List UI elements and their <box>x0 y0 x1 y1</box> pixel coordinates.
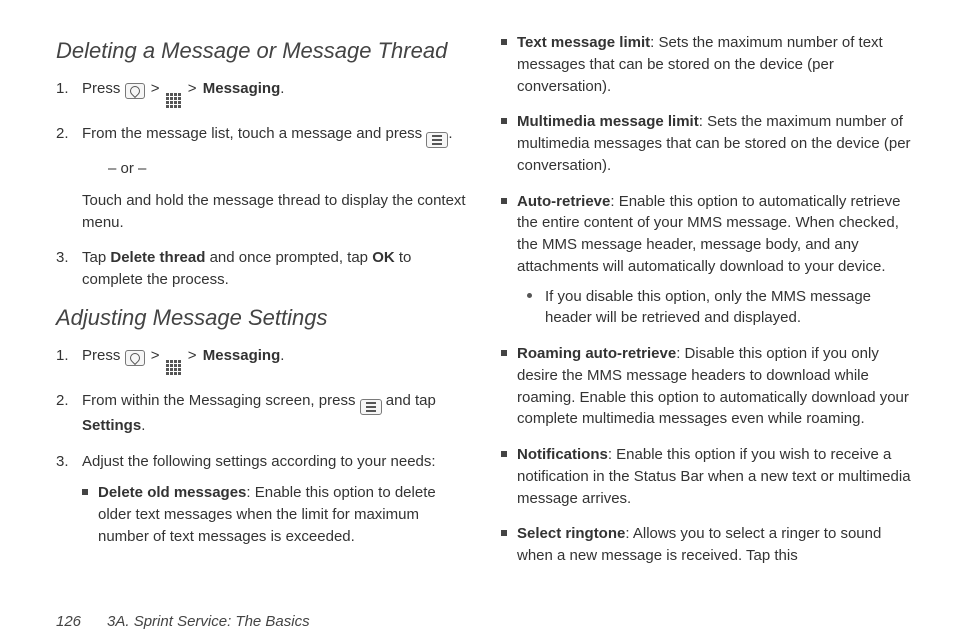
chevron-icon: > <box>149 78 162 100</box>
plain-text: Tap <box>82 249 110 266</box>
app-grid-icon <box>166 93 182 109</box>
plain-text: . <box>280 347 284 364</box>
plain-text: and tap <box>386 392 436 409</box>
bold-label: Select ringtone <box>517 525 625 542</box>
plain-text: . <box>141 417 145 434</box>
bold-label: Settings <box>82 417 141 434</box>
bullet-list: Text message limit: Sets the maximum num… <box>501 32 914 567</box>
step-item: From the message list, touch a message a… <box>56 123 469 233</box>
chevron-icon: > <box>186 345 199 367</box>
menu-key-icon <box>426 132 448 148</box>
home-key-icon <box>125 350 145 366</box>
step-item: From within the Messaging screen, press … <box>56 390 469 437</box>
step-item: Press > > Messaging. <box>56 78 469 109</box>
bullet-item: Multimedia message limit: Sets the maxim… <box>501 111 914 176</box>
section-heading-adjust: Adjusting Message Settings <box>56 305 469 331</box>
step-item: Tap Delete thread and once prompted, tap… <box>56 247 469 291</box>
sub-bullet-list: If you disable this option, only the MMS… <box>517 286 914 330</box>
bold-label: Delete old messages <box>98 484 246 501</box>
step-text: Press <box>82 80 125 97</box>
plain-text: . <box>280 80 284 97</box>
bold-label: Multimedia message limit <box>517 113 699 130</box>
app-grid-icon <box>166 360 182 376</box>
chevron-icon: > <box>186 78 199 100</box>
step-text: Adjust the following settings according … <box>82 451 469 473</box>
bold-label: Notifications <box>517 446 608 463</box>
steps-delete: Press > > Messaging. From the message li… <box>56 78 469 291</box>
chevron-icon: > <box>149 345 162 367</box>
bullet-item: Roaming auto-retrieve: Disable this opti… <box>501 343 914 430</box>
step-text: Press <box>82 347 125 364</box>
bullet-item: Delete old messages: Enable this option … <box>82 482 469 547</box>
page-footer: 126 3A. Sprint Service: The Basics <box>56 603 914 630</box>
step-item: Adjust the following settings according … <box>56 451 469 548</box>
sub-bullet-item: If you disable this option, only the MMS… <box>527 286 914 330</box>
two-column-layout: Deleting a Message or Message Thread Pre… <box>56 32 914 603</box>
footer-title: 3A. Sprint Service: The Basics <box>107 613 310 630</box>
bold-label: Text message limit <box>517 34 650 51</box>
bullet-item: Text message limit: Sets the maximum num… <box>501 32 914 97</box>
bullet-list: Delete old messages: Enable this option … <box>82 482 469 547</box>
plain-text: and once prompted, tap <box>205 249 372 266</box>
section-heading-delete: Deleting a Message or Message Thread <box>56 38 469 64</box>
plain-text: . <box>448 125 452 142</box>
alternative-separator: – or – <box>82 158 469 180</box>
bullet-item: Auto-retrieve: Enable this option to aut… <box>501 191 914 330</box>
home-key-icon <box>125 83 145 99</box>
bullet-item: Notifications: Enable this option if you… <box>501 444 914 509</box>
bold-label: Messaging <box>203 80 281 97</box>
step-text: Touch and hold the message thread to dis… <box>82 190 469 234</box>
bold-label: Messaging <box>203 347 281 364</box>
bold-label: Auto-retrieve <box>517 193 610 210</box>
bold-label: Roaming auto-retrieve <box>517 345 676 362</box>
right-column: Text message limit: Sets the maximum num… <box>501 32 914 603</box>
bullet-item: Select ringtone: Allows you to select a … <box>501 523 914 567</box>
menu-key-icon <box>360 399 382 415</box>
step-text: From within the Messaging screen, press <box>82 392 360 409</box>
page: Deleting a Message or Message Thread Pre… <box>0 0 954 636</box>
step-text: From the message list, touch a message a… <box>82 125 426 142</box>
page-number: 126 <box>56 613 81 630</box>
steps-adjust: Press > > Messaging. From within the Mes… <box>56 345 469 548</box>
bold-label: OK <box>372 249 395 266</box>
bold-label: Delete thread <box>110 249 205 266</box>
left-column: Deleting a Message or Message Thread Pre… <box>56 32 469 603</box>
step-item: Press > > Messaging. <box>56 345 469 376</box>
